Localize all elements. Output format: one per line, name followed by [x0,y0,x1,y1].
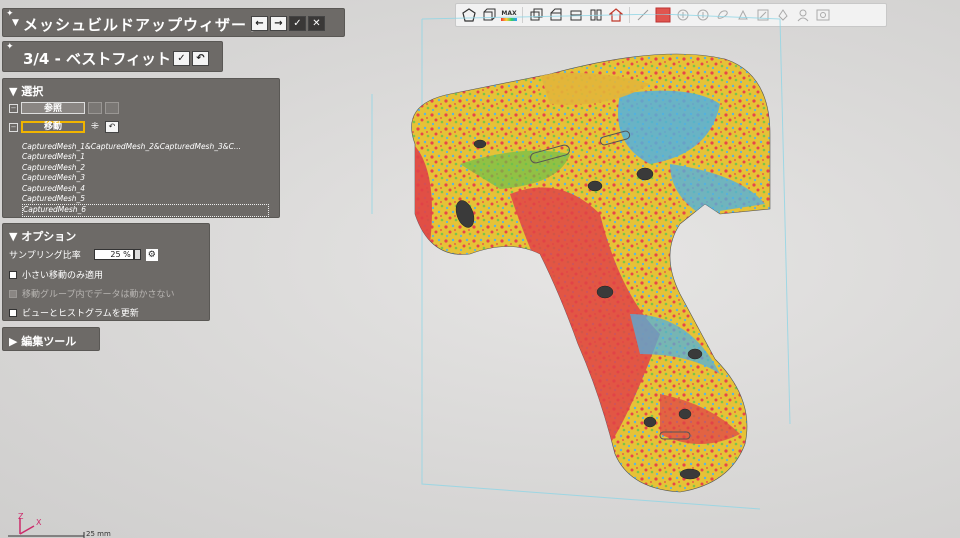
list-item[interactable]: CapturedMesh_3 [22,173,269,183]
mesh-model-viewport[interactable] [360,14,830,514]
keep-group-checkbox[interactable] [9,289,17,298]
reference-row: − 参照 [9,101,119,115]
small-moves-label: 小さい移動のみ適用 [22,271,104,281]
reference-select-icon[interactable] [88,102,102,114]
wizard-title: メッシュビルドアップウィザード [23,16,264,34]
sampling-spinner[interactable] [133,249,141,260]
next-button[interactable]: → [270,16,287,31]
step-undo-button[interactable]: ↶ [192,51,209,66]
sampling-input[interactable]: 25 % [93,249,134,260]
wizard-title-panel: ✦ ▼ メッシュビルドアップウィザード ← → ✓ ✕ [2,8,345,37]
z-axis-label: Z [18,512,24,521]
options-panel: ▼ オプション サンプリング比率 25 % ⚙ 小さい移動のみ適用 移動グループ… [2,223,210,321]
selection-panel: ▼ 選択 − 参照 − 移動 ⁜ ↶ CapturedMesh_1&Captur… [2,78,280,218]
step-title-panel: ✦ 3/4 - ベストフィット ✓ ↶ [2,41,223,72]
scale-label: 25 mm [86,530,111,538]
update-view-row: ビューとヒストグラムを更新 [9,306,139,319]
edit-tools-header[interactable]: ▶ 編集ツール [9,333,76,349]
selection-header[interactable]: ▼ 選択 [9,83,43,99]
update-view-label: ビューとヒストグラムを更新 [22,309,139,319]
list-item[interactable]: CapturedMesh_5 [22,194,269,204]
wizard-nav: ← → ✓ ✕ [251,16,325,31]
edit-tools-panel: ▶ 編集ツール [2,327,100,351]
drill-housing-mesh [411,53,771,493]
options-header[interactable]: ▼ オプション [9,228,76,244]
move-button[interactable]: 移動 [21,121,85,133]
list-item-selected[interactable]: CapturedMesh_6 [22,204,269,217]
sampling-row: サンプリング比率 25 % ⚙ [9,248,158,261]
axis-indicator [8,518,85,538]
mesh-list: CapturedMesh_1&CapturedMesh_2&CapturedMe… [22,142,269,217]
collapse-caret-icon[interactable]: ▼ [12,18,19,28]
small-moves-row: 小さい移動のみ適用 [9,268,103,281]
x-axis-label: X [36,518,42,527]
back-button[interactable]: ← [251,16,268,31]
reference-clear-icon[interactable] [105,102,119,114]
list-item[interactable]: CapturedMesh_2 [22,163,269,173]
list-item[interactable]: CapturedMesh_1 [22,152,269,162]
step-title: 3/4 - ベストフィット [23,50,172,68]
list-item[interactable]: CapturedMesh_4 [22,184,269,194]
collapse-icon[interactable]: − [9,122,18,132]
keep-group-row: 移動グループ内でデータは動かさない [9,287,174,300]
keep-group-label: 移動グループ内でデータは動かさない [22,290,175,300]
move-row: − 移動 ⁜ ↶ [9,120,119,134]
update-view-checkbox[interactable] [9,308,17,317]
move-clear-icon[interactable]: ↶ [105,121,119,133]
move-select-icon[interactable]: ⁜ [88,121,102,133]
close-button[interactable]: ✕ [308,16,325,31]
finish-button[interactable]: ✓ [289,16,306,31]
list-item[interactable]: CapturedMesh_1&CapturedMesh_2&CapturedMe… [22,142,269,152]
collapse-icon[interactable]: − [9,103,18,113]
step-buttons: ✓ ↶ [173,51,209,66]
step-ok-button[interactable]: ✓ [173,51,190,66]
pin-icon[interactable]: ✦ [6,42,14,52]
reference-button[interactable]: 参照 [21,102,85,114]
sampling-label: サンプリング比率 [9,251,81,261]
sampling-settings-icon[interactable]: ⚙ [145,248,158,261]
small-moves-checkbox[interactable] [9,270,17,279]
